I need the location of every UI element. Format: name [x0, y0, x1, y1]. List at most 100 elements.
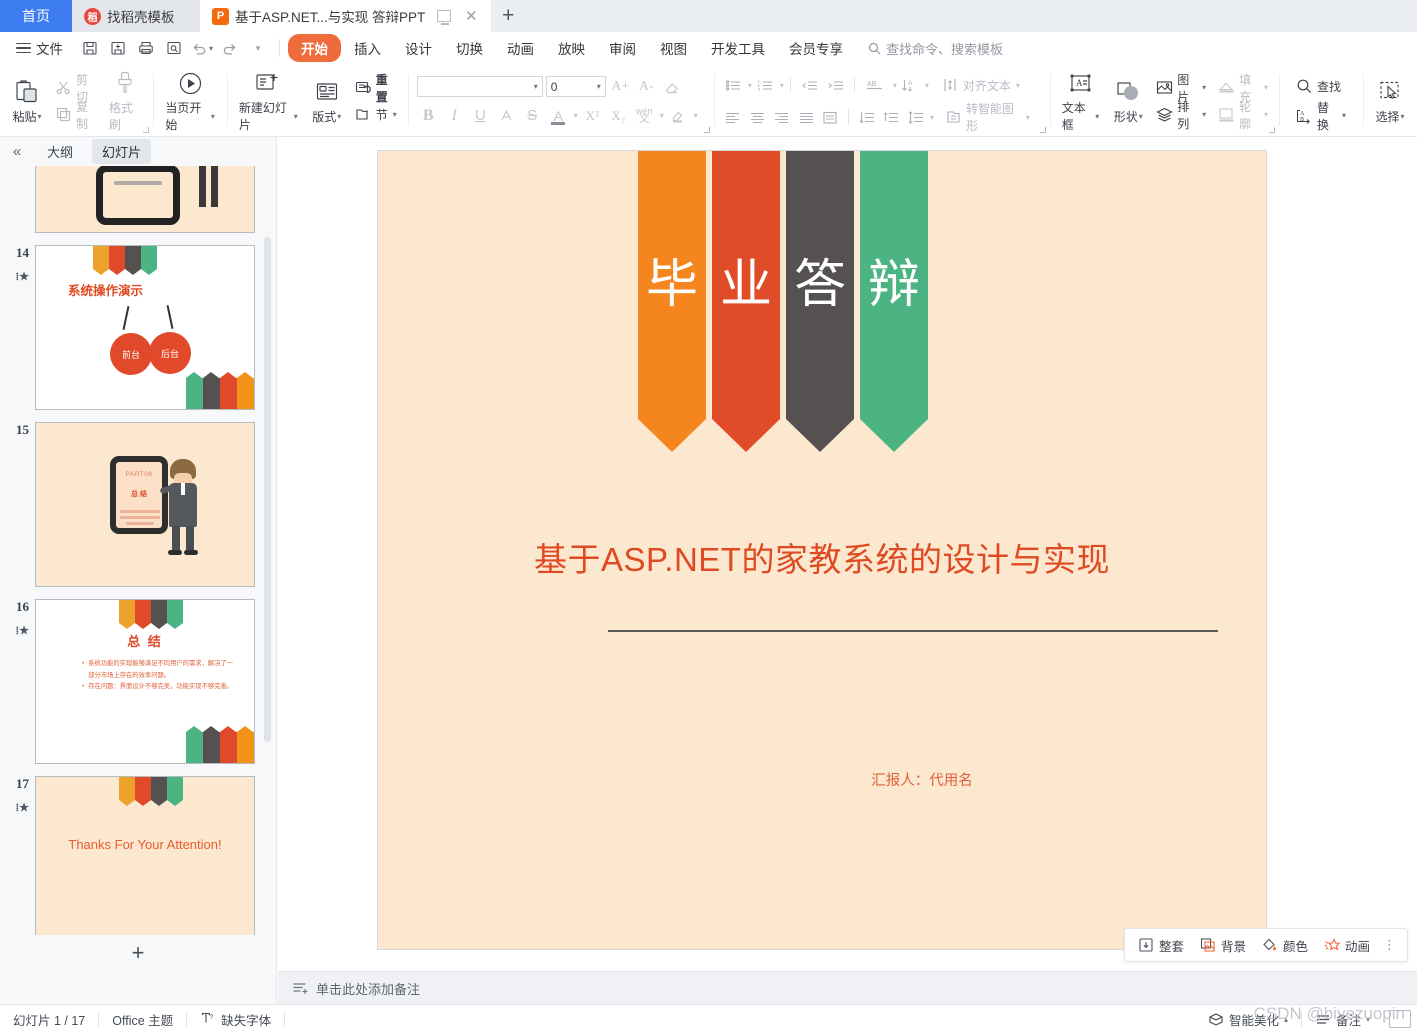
ribbon-tab-design[interactable]: 设计	[394, 34, 443, 62]
notes-bar[interactable]: 单击此处添加备注	[278, 971, 1417, 1004]
section-caret-icon[interactable]: ▾	[393, 110, 397, 119]
ribbon-tab-member[interactable]: 会员专享	[778, 34, 854, 62]
outline-caret-icon[interactable]: ▾	[1264, 110, 1268, 119]
justify-button[interactable]	[794, 106, 818, 129]
slide-canvas-area[interactable]: 毕 业 答 辩 基于ASP.NET的家教系统的设计与实现 汇报人：代用名 整套 …	[278, 137, 1417, 971]
text-shadow-button[interactable]	[495, 104, 518, 127]
slide-title-text[interactable]: 基于ASP.NET的家教系统的设计与实现	[378, 533, 1266, 581]
clipboard-dialog-launcher[interactable]	[143, 127, 150, 133]
smartart-caret-icon[interactable]: ▾	[1026, 113, 1030, 122]
save-as-icon[interactable]	[105, 36, 131, 60]
sort-button[interactable]: A	[898, 74, 923, 97]
font-name-input[interactable]: ▾	[416, 76, 543, 97]
undo-icon[interactable]: ▾	[189, 36, 215, 60]
thumbnail-list[interactable]: 14 ⁞★ 系统操作演示 前台 后台 15 PART06 总 结 16 ⁞★ 总…	[0, 166, 276, 935]
smart-beautify-caret-icon[interactable]: ▴	[1284, 1015, 1288, 1024]
line-spacing-options-button[interactable]	[904, 106, 928, 129]
new-tab-button[interactable]: +	[491, 0, 525, 32]
shape-caret-icon[interactable]: ▾	[1139, 112, 1143, 121]
ribbon-tab-developer[interactable]: 开发工具	[700, 34, 776, 62]
numbering-button[interactable]: 1 2 3	[753, 74, 778, 97]
collapse-pane-icon[interactable]: «	[6, 143, 28, 160]
underline-button[interactable]: U	[469, 104, 492, 127]
font-dialog-launcher[interactable]	[703, 127, 710, 133]
customize-qat-icon[interactable]: ▾	[245, 36, 271, 60]
font-name-caret-icon[interactable]: ▾	[534, 82, 538, 91]
align-text-button[interactable]: 对齐文本 ▾	[936, 72, 1026, 98]
present-caret-icon[interactable]: ▾	[211, 112, 215, 121]
undo-caret-icon[interactable]: ▾	[209, 44, 213, 53]
select-button[interactable]: 选择 ▾	[1368, 76, 1412, 127]
tab-slides[interactable]: 幻灯片	[92, 139, 152, 164]
layout-caret-icon[interactable]: ▾	[337, 112, 341, 121]
ribbon-tab-transition[interactable]: 切换	[445, 34, 494, 62]
outline-button[interactable]: 轮廓 ▾	[1212, 100, 1274, 131]
ribbon-tab-view[interactable]: 视图	[649, 34, 698, 62]
redo-icon[interactable]	[217, 36, 243, 60]
command-search[interactable]: 查找命令、搜索模板	[868, 39, 1003, 58]
new-slide-button[interactable]: 新建幻灯片 ▾	[232, 67, 305, 135]
missing-font-indicator[interactable]: ? 缺失字体	[187, 1010, 284, 1029]
paste-button[interactable]: 粘贴 ▾	[5, 76, 49, 127]
paste-caret-icon[interactable]: ▾	[38, 112, 42, 121]
italic-button[interactable]: I	[443, 104, 466, 127]
theme-indicator[interactable]: Office 主题	[99, 1010, 186, 1029]
font-color-button[interactable]: A	[547, 104, 570, 127]
current-slide[interactable]: 毕 业 答 辩 基于ASP.NET的家教系统的设计与实现 汇报人：代用名	[377, 150, 1267, 950]
text-box-button[interactable]: A 文本框 ▾	[1055, 67, 1107, 135]
color-button[interactable]: 颜色	[1255, 933, 1315, 958]
tab-close-icon[interactable]: ✕	[463, 9, 479, 24]
thumbnail-item-17[interactable]: 17 ⁞★ Thanks For Your Attention!	[0, 770, 276, 935]
thumbnail-item-partial[interactable]	[0, 166, 276, 239]
file-menu-button[interactable]: 文件	[8, 38, 71, 58]
design-more-icon[interactable]: ⋮	[1379, 937, 1401, 953]
increase-indent-button[interactable]	[823, 74, 848, 97]
print-preview-icon[interactable]	[161, 36, 187, 60]
new-slide-caret-icon[interactable]: ▾	[294, 112, 298, 121]
text-highlight-button[interactable]	[667, 104, 690, 127]
phonetic-caret-icon[interactable]: ▾	[660, 111, 664, 120]
distribute-button[interactable]	[819, 106, 843, 129]
arrange-button[interactable]: 排列 ▾	[1150, 100, 1212, 131]
shape-button[interactable]: 形状 ▾	[1106, 76, 1150, 127]
text-box-caret-icon[interactable]: ▾	[1095, 112, 1099, 121]
start-from-current-button[interactable]: 当页开始 ▾	[158, 67, 222, 135]
line-spacing-caret-icon[interactable]: ▾	[930, 113, 934, 122]
view-mode-button[interactable]	[1389, 1010, 1411, 1028]
smart-beautify-button[interactable]: 智能美化 ▴	[1195, 1010, 1301, 1029]
slide-counter[interactable]: 幻灯片 1 / 17	[0, 1010, 98, 1029]
subscript-button[interactable]: X₂	[607, 104, 630, 127]
bold-button[interactable]: B	[417, 104, 440, 127]
tab-find-template[interactable]: 稻 找稻壳模板	[72, 0, 200, 32]
bullets-button[interactable]	[721, 74, 746, 97]
increase-font-size-button[interactable]: A+	[609, 75, 632, 98]
animation-button[interactable]: 动画	[1317, 933, 1377, 958]
layout-button[interactable]: 版式 ▾	[305, 76, 349, 127]
text-direction-button[interactable]: AB	[861, 74, 891, 97]
thumbnail-item-15[interactable]: 15 PART06 总 结	[0, 416, 276, 593]
align-right-button[interactable]	[770, 106, 794, 129]
ribbon-tab-animation[interactable]: 动画	[496, 34, 545, 62]
picture-caret-icon[interactable]: ▾	[1202, 83, 1206, 92]
replace-button[interactable]: A B 替换 ▾	[1290, 101, 1352, 132]
thumbnail-item-16[interactable]: 16 ⁞★ 总 结 • 系统功能的实现能够满足不同用户的需求，解决了一部分市场上…	[0, 593, 276, 770]
align-text-caret-icon[interactable]: ▾	[1016, 81, 1020, 90]
phonetic-guide-button[interactable]: wén 文	[633, 104, 656, 127]
whole-set-button[interactable]: 整套	[1131, 933, 1191, 958]
sort-caret-icon[interactable]: ▾	[925, 81, 929, 90]
copy-button[interactable]: 复制	[49, 100, 102, 131]
ribbon-tab-slideshow[interactable]: 放映	[547, 34, 596, 62]
decrease-font-size-button[interactable]: A-	[635, 75, 658, 98]
notes-toggle-button[interactable]: 备注 ▾	[1302, 1010, 1383, 1029]
superscript-button[interactable]: X²	[581, 104, 604, 127]
font-color-caret-icon[interactable]: ▾	[574, 111, 578, 120]
tab-screen-icon[interactable]	[437, 10, 452, 25]
ribbon-tab-start[interactable]: 开始	[288, 34, 341, 62]
paragraph-spacing-button[interactable]	[880, 106, 904, 129]
format-painter-button[interactable]: 格式刷	[102, 67, 148, 135]
select-caret-icon[interactable]: ▾	[1401, 112, 1405, 121]
replace-caret-icon[interactable]: ▾	[1342, 111, 1346, 120]
reset-button[interactable]: 重置	[349, 73, 403, 104]
add-slide-button[interactable]: +	[0, 935, 276, 971]
strikethrough-button[interactable]: S	[521, 104, 544, 127]
